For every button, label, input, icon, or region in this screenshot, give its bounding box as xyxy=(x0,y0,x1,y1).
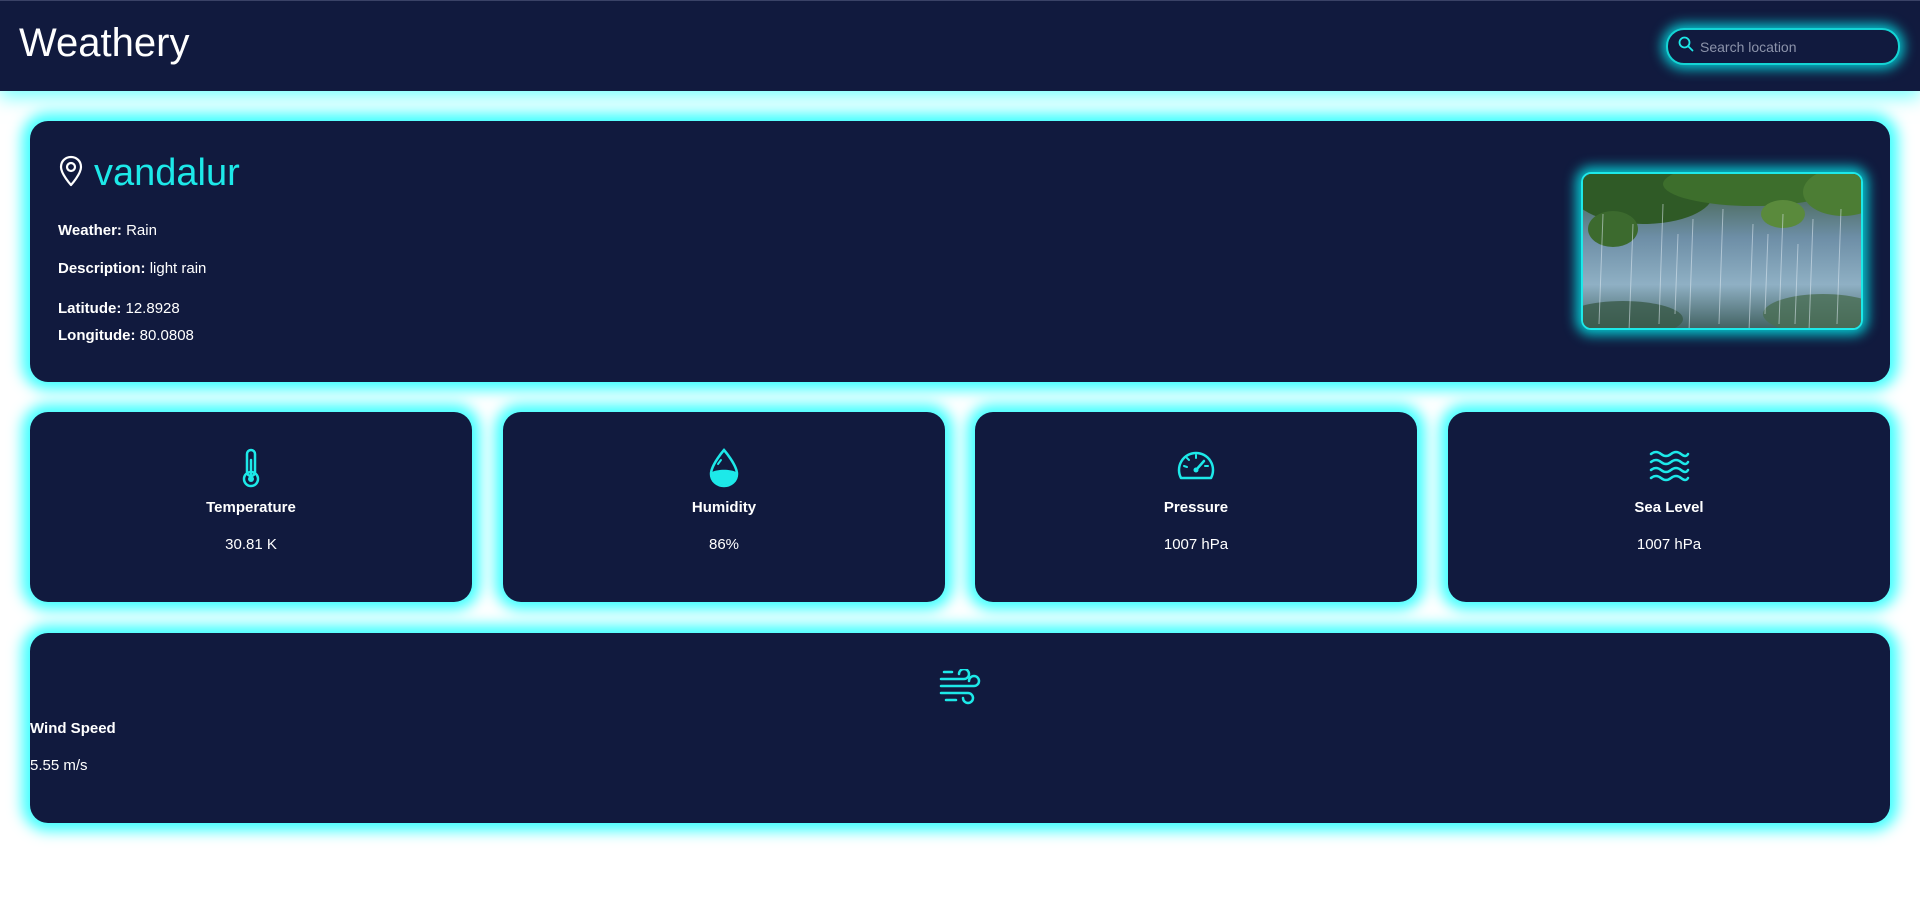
pressure-value: 1007 hPa xyxy=(1163,536,1229,553)
description-value: light rain xyxy=(149,260,207,277)
sea-level-title: Sea Level xyxy=(1634,499,1704,516)
sea-level-card: Sea Level 1007 hPa xyxy=(1448,412,1890,602)
search-input[interactable] xyxy=(1700,38,1890,55)
temperature-value: 30.81 K xyxy=(225,536,277,553)
longitude-label: Longitude: xyxy=(58,327,136,344)
navbar: Weathery xyxy=(0,0,1920,91)
sea-level-value: 1007 hPa xyxy=(1636,536,1702,553)
location-heading: vandalur xyxy=(58,151,240,195)
temperature-title: Temperature xyxy=(206,499,296,516)
temperature-card: Temperature 30.81 K xyxy=(30,412,472,602)
weather-value: Rain xyxy=(126,222,157,239)
location-card: vandalur Weather: Rain Description: ligh… xyxy=(30,121,1890,382)
latitude-value: 12.8928 xyxy=(125,300,180,317)
latitude-label: Latitude: xyxy=(58,300,122,317)
wind-speed-card: Wind Speed 5.55 m/s xyxy=(30,633,1890,823)
wind-speed-title: Wind Speed xyxy=(30,720,116,737)
waves-icon xyxy=(1648,448,1690,487)
wind-speed-value: 5.55 m/s xyxy=(30,757,88,774)
brand-logo[interactable]: Weathery xyxy=(19,21,189,65)
gauge-icon xyxy=(1175,448,1217,487)
latitude-info: Latitude: 12.8928 xyxy=(58,300,180,317)
droplet-icon xyxy=(708,448,740,493)
weather-image xyxy=(1581,172,1863,330)
pressure-card: Pressure 1007 hPa xyxy=(975,412,1417,602)
search-icon xyxy=(1678,36,1694,57)
weather-label: Weather: xyxy=(58,222,122,239)
search-box[interactable] xyxy=(1666,28,1900,65)
weather-info: Weather: Rain xyxy=(58,222,157,239)
longitude-info: Longitude: 80.0808 xyxy=(58,327,194,344)
humidity-title: Humidity xyxy=(691,499,757,516)
thermometer-icon xyxy=(240,448,262,493)
wind-icon xyxy=(938,667,982,712)
location-name: vandalur xyxy=(94,152,240,194)
humidity-value: 86% xyxy=(708,536,740,553)
pressure-title: Pressure xyxy=(1163,499,1229,516)
description-info: Description: light rain xyxy=(58,260,206,277)
description-label: Description: xyxy=(58,260,146,277)
humidity-card: Humidity 86% xyxy=(503,412,945,602)
location-pin-icon xyxy=(58,155,84,192)
longitude-value: 80.0808 xyxy=(139,327,194,344)
